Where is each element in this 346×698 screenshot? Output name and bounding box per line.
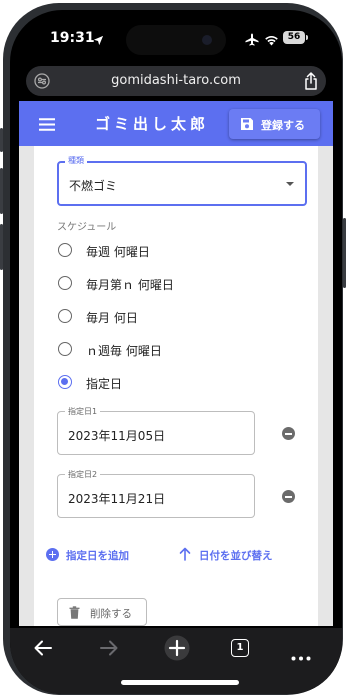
radio-label: 毎月第ｎ 何曜日: [86, 278, 174, 292]
register-button-label: 登録する: [261, 119, 305, 132]
radio-label: 毎月 何日: [86, 311, 138, 325]
radio-specified-date[interactable]: 指定日: [57, 371, 297, 393]
date-label-2: 指定日2: [65, 469, 101, 480]
save-icon: [240, 117, 254, 134]
status-bar: 19:31 56: [10, 10, 342, 60]
date-field-1[interactable]: 2023年11月05日: [57, 411, 255, 455]
phone-body: 19:31 56 gomidashi-taro.com ゴミ出し太郎 登録する …: [3, 3, 343, 695]
new-tab-plus-icon[interactable]: [164, 635, 190, 665]
type-select-value: 不燃ゴミ: [69, 179, 118, 193]
tabs-icon[interactable]: 1: [231, 639, 249, 657]
forward-arrow-icon[interactable]: [99, 638, 119, 662]
add-date-label: 指定日を追加: [66, 550, 129, 562]
radio-weekly-weekday[interactable]: 毎週 何曜日: [57, 239, 297, 261]
radio-button[interactable]: [58, 276, 72, 290]
radio-label: 毎週 何曜日: [86, 245, 150, 259]
date-value-2: 2023年11月21日: [68, 492, 166, 506]
date-value-1: 2023年11月05日: [68, 429, 166, 443]
trash-icon: [69, 606, 80, 622]
register-button[interactable]: 登録する: [229, 109, 320, 139]
more-icon[interactable]: [291, 646, 311, 665]
delete-button-label: 削除する: [90, 608, 132, 620]
caret-down-icon: [286, 182, 294, 186]
date-label-1: 指定日1: [65, 406, 101, 417]
radio-button-selected[interactable]: [58, 375, 72, 389]
wifi-icon: [264, 31, 279, 50]
back-arrow-icon[interactable]: [33, 638, 53, 662]
screen: 19:31 56 gomidashi-taro.com ゴミ出し太郎 登録する …: [10, 10, 342, 694]
radio-label: 指定日: [86, 377, 123, 391]
radio-button[interactable]: [58, 342, 72, 356]
schedule-label: スケジュール: [57, 222, 117, 233]
radio-monthly-day[interactable]: 毎月 何日: [57, 305, 297, 327]
radio-label: ｎ週毎 何曜日: [86, 344, 162, 358]
radio-monthly-nth-weekday[interactable]: 毎月第ｎ 何曜日: [57, 272, 297, 294]
radio-button[interactable]: [58, 309, 72, 323]
address-bar[interactable]: gomidashi-taro.com: [26, 66, 326, 96]
remove-circle-icon[interactable]: [282, 427, 295, 440]
home-indicator[interactable]: [121, 680, 239, 685]
sort-label: 日付を並び替え: [199, 550, 273, 562]
dynamic-island: [126, 25, 226, 55]
menu-icon[interactable]: [39, 116, 55, 135]
arrow-up-icon: [179, 547, 191, 564]
radio-button[interactable]: [58, 243, 72, 257]
location-arrow-icon: [93, 31, 104, 50]
share-icon[interactable]: [304, 72, 318, 94]
type-select[interactable]: 不燃ゴミ: [57, 161, 307, 206]
web-content: ゴミ出し太郎 登録する 不燃ゴミ 種類 スケジュール 毎週 何曜日 毎月第ｎ 何…: [19, 101, 333, 626]
remove-circle-icon[interactable]: [282, 490, 295, 503]
url-text[interactable]: gomidashi-taro.com: [26, 73, 326, 88]
status-time: 19:31: [50, 30, 95, 46]
type-select-label: 種類: [65, 155, 87, 166]
app-title: ゴミ出し太郎: [95, 115, 210, 133]
battery-indicator: 56: [283, 31, 305, 44]
app-header: ゴミ出し太郎 登録する: [19, 101, 333, 146]
add-circle-icon: [46, 548, 59, 561]
phone-frame: 19:31 56 gomidashi-taro.com ゴミ出し太郎 登録する …: [0, 0, 346, 698]
airplane-icon: [245, 31, 259, 50]
delete-button[interactable]: 削除する: [57, 598, 147, 626]
radio-every-n-weeks[interactable]: ｎ週毎 何曜日: [57, 338, 297, 360]
battery-cap: [306, 35, 308, 40]
date-field-2[interactable]: 2023年11月21日: [57, 474, 255, 518]
